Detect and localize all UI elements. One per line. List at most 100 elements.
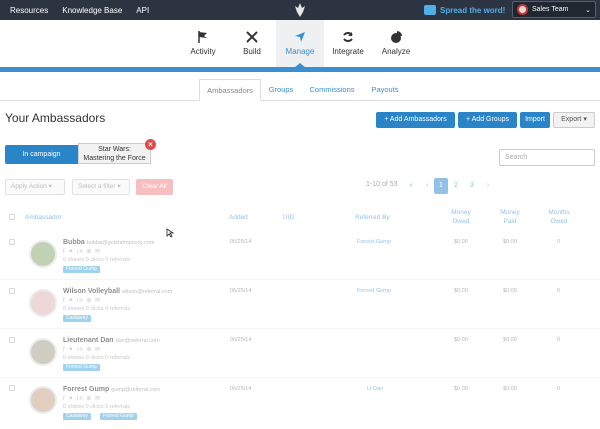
ambassador-name[interactable]: Lieutenant Dan dan@referral.com	[63, 337, 160, 344]
row-stats: 0 shares 0 clicks 3 referrals	[63, 404, 130, 410]
page-title: Your Ambassadors	[5, 111, 106, 125]
resources-link[interactable]: Resources	[10, 6, 48, 15]
months-owed: 0	[557, 239, 561, 245]
clear-all-button[interactable]: Clear All	[136, 179, 173, 195]
col-money-owed-l2: Owed	[452, 218, 470, 225]
money-owed: $0.00	[454, 239, 468, 245]
api-link[interactable]: API	[136, 6, 149, 15]
page-first[interactable]: «	[404, 178, 418, 194]
row-divider	[0, 328, 600, 329]
row-stats: 0 shares 0 clicks 0 referrals	[63, 306, 130, 312]
avatar	[29, 240, 57, 268]
tag-badge: Castaway	[63, 315, 91, 322]
avatar	[29, 338, 57, 366]
row-checkbox[interactable]	[9, 239, 15, 245]
nav-build-label: Build	[243, 47, 261, 56]
email-text: wilson@referral.com	[121, 289, 173, 295]
chevron-down-icon: ⌄	[585, 6, 591, 14]
export-dropdown[interactable]: Export ▾	[553, 112, 595, 128]
tab-groups[interactable]: Groups	[263, 79, 299, 101]
money-owed: $0.00	[454, 337, 468, 343]
row-checkbox[interactable]	[9, 288, 15, 294]
flag-icon	[198, 31, 207, 43]
months-owed: 0	[557, 288, 561, 294]
page-next[interactable]: ›	[481, 178, 495, 194]
row-divider	[0, 279, 600, 280]
mouse-cursor-icon	[166, 228, 174, 238]
team-avatar	[517, 4, 528, 15]
knowledge-base-link[interactable]: Knowledge Base	[62, 6, 122, 15]
name-text: Forrest Gump	[63, 386, 110, 393]
nav-analyze[interactable]: Analyze	[372, 20, 420, 68]
social-icons: f ✦ in ⊕ ✉	[63, 347, 102, 353]
nav-build[interactable]: Build	[228, 20, 276, 68]
team-name: Sales Team	[532, 6, 569, 13]
page-3[interactable]: 3	[465, 178, 479, 194]
email-text: bubba@gotshrimpcorp.com	[86, 240, 155, 246]
import-button[interactable]: Import	[520, 112, 550, 128]
col-months-owed[interactable]: Months Owed	[546, 208, 572, 226]
campaign-filter-chip[interactable]: Star Wars: Mastering the Force	[78, 143, 151, 164]
row-checkbox[interactable]	[9, 337, 15, 343]
team-selector[interactable]: Sales Team ⌄	[512, 1, 596, 18]
social-icons: f ✦ in ⊕ ✉	[63, 249, 102, 255]
months-owed: 0	[557, 337, 561, 343]
tag-badge: Forrest Gump	[63, 266, 100, 273]
navigation-arrow-icon	[295, 32, 305, 42]
name-text: Bubba	[63, 239, 85, 246]
add-ambassadors-button[interactable]: + Add Ambassadors	[376, 112, 455, 128]
tag-badge: Forrest Gump	[63, 364, 100, 371]
tab-ambassadors[interactable]: Ambassadors	[199, 79, 261, 101]
col-money-owed[interactable]: Money Owed	[449, 208, 473, 226]
col-referred-by[interactable]: Referred By	[355, 213, 390, 222]
search-input[interactable]: Search	[499, 149, 595, 166]
campaign-line-2: Mastering the Force	[83, 155, 146, 162]
col-money-paid[interactable]: Money Paid	[498, 208, 522, 226]
col-money-paid-l1: Money	[500, 209, 520, 216]
referred-by-link[interactable]: Forrest Gump	[357, 288, 391, 294]
col-ambassador[interactable]: Ambassador	[25, 213, 62, 222]
col-months-owed-l1: Months	[548, 209, 570, 216]
referred-by-link[interactable]: Lt Dan	[367, 386, 383, 392]
nav-activity[interactable]: Activity	[179, 20, 227, 68]
page-1[interactable]: 1	[434, 178, 448, 194]
tab-commissions[interactable]: Commissions	[304, 79, 360, 101]
months-owed: 0	[557, 386, 561, 392]
ambassador-name[interactable]: Forrest Gump gump@referral.com	[63, 386, 160, 393]
row-checkbox[interactable]	[9, 385, 15, 391]
money-owed: $0.00	[454, 386, 468, 392]
in-campaign-toggle[interactable]: In campaign	[5, 145, 78, 164]
add-groups-button[interactable]: + Add Groups	[458, 112, 517, 128]
pagination-info: 1-10 of 53	[366, 181, 398, 188]
select-filter-dropdown[interactable]: Select a filter ▾	[72, 179, 130, 195]
money-paid: $0.00	[503, 239, 517, 245]
name-text: Wilson Volleyball	[63, 288, 120, 295]
apply-action-dropdown[interactable]: Apply Action ▾	[5, 179, 65, 195]
page-prev[interactable]: ‹	[420, 178, 434, 194]
col-uid[interactable]: UID	[283, 213, 294, 222]
campaign-line-1: Star Wars:	[98, 146, 131, 153]
nav-activity-label: Activity	[190, 47, 216, 56]
social-icons: f ✦ in ⊕ ✉	[63, 298, 102, 304]
brand-logo-icon[interactable]	[292, 2, 308, 18]
sub-nav: Ambassadors Groups Commissions Payouts	[0, 79, 600, 101]
ambassador-name[interactable]: Bubba bubba@gotshrimpcorp.com	[63, 239, 154, 246]
select-all-checkbox[interactable]	[9, 214, 15, 220]
referred-by-link[interactable]: Forrest Gump	[357, 239, 391, 245]
social-icons: f ✦ in ⊕ ✉	[63, 396, 102, 402]
top-bar: Resources Knowledge Base API Spread the …	[0, 0, 600, 20]
tab-payouts[interactable]: Payouts	[365, 79, 405, 101]
page-2[interactable]: 2	[449, 178, 463, 194]
spread-the-word-button[interactable]: Spread the word!	[424, 3, 505, 17]
sync-icon	[343, 32, 353, 42]
col-months-owed-l2: Owed	[550, 218, 568, 225]
email-text: dan@referral.com	[115, 338, 160, 344]
nav-manage[interactable]: Manage	[276, 20, 324, 68]
nav-analyze-label: Analyze	[381, 47, 411, 56]
nav-integrate[interactable]: Integrate	[324, 20, 372, 68]
email-text: gump@referral.com	[111, 387, 160, 393]
spread-label: Spread the word!	[440, 5, 506, 15]
close-icon[interactable]: ×	[145, 139, 156, 150]
ambassador-name[interactable]: Wilson Volleyball wilson@referral.com	[63, 288, 172, 295]
col-added[interactable]: Added	[229, 213, 248, 222]
